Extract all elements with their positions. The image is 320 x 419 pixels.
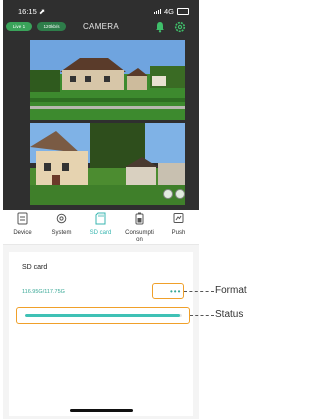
signal-icon [153,9,161,14]
fullscreen-icon[interactable] [175,189,185,199]
push-icon [173,213,184,223]
tab-consumption-label: Consumpti on [125,230,154,243]
network-label: 4G [163,7,174,16]
status-highlight [16,307,190,324]
sd-card-capacity: 116.95G/117.75G [22,289,65,295]
status-bar: 16:15 ⬈ 4G [3,4,199,18]
tab-sd-card[interactable]: SD card [81,210,120,244]
tab-push-label: Push [171,230,186,236]
video-feed-1[interactable] [30,40,185,120]
battery-icon [135,212,144,225]
settings-tabbar: Device System SD card Consumpti on Push [3,210,199,245]
tab-sd-card-label: SD card [89,230,112,236]
format-callout-line [184,291,214,292]
status-callout-line [190,315,214,316]
tab-system-label: System [51,230,72,236]
gear-icon[interactable] [174,20,186,38]
video-feed-2[interactable] [30,123,185,205]
system-icon [56,213,67,224]
sd-card-icon [95,212,106,225]
device-icon [17,212,28,225]
tab-device[interactable]: Device [3,210,42,244]
status-callout-label: Status [215,309,244,320]
sd-card-panel [9,252,193,416]
mute-icon[interactable] [163,189,173,199]
tab-device-label: Device [13,230,32,236]
phone-screen: 16:15 ⬈ 4G Live 1 120kb/s CAMERA Device … [3,0,199,419]
bell-icon[interactable] [155,20,165,38]
battery-icon [177,8,189,15]
sd-card-title: SD card [22,264,48,271]
camera-title: CAMERA [82,22,120,31]
format-callout-label: Format [215,285,247,296]
tab-push[interactable]: Push [159,210,198,244]
tab-consumption[interactable]: Consumpti on [120,210,159,244]
home-indicator [70,409,133,412]
status-time: 16:15 ⬈ [18,7,46,16]
status-icons: 4G [153,7,189,16]
tab-system[interactable]: System [42,210,81,244]
camera-header: Live 1 120kb/s CAMERA [3,18,199,38]
format-highlight [152,283,184,299]
